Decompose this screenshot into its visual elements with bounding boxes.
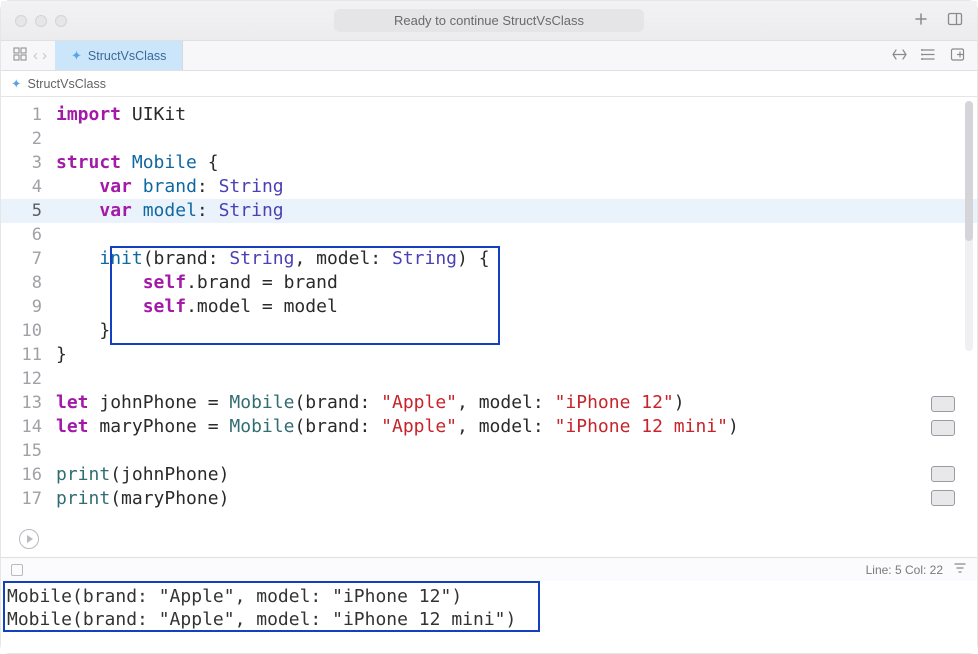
tab-structvsclass[interactable]: ✦ StructVsClass — [55, 41, 183, 70]
sidebar-toggle-button[interactable] — [947, 11, 963, 30]
adjust-editor-icon[interactable] — [892, 47, 907, 65]
nav-forward-button[interactable]: › — [40, 47, 49, 64]
result-marker-icon[interactable] — [931, 420, 955, 436]
run-status-pill[interactable]: Ready to continue StructVsClass — [334, 9, 644, 32]
result-marker-icon[interactable] — [931, 396, 955, 412]
zoom-icon[interactable] — [55, 15, 67, 27]
swift-icon: ✦ — [71, 48, 82, 64]
console-line: Mobile(brand: "Apple", model: "iPhone 12… — [7, 585, 971, 608]
editor-options-icon[interactable] — [921, 47, 936, 65]
swift-icon: ✦ — [11, 76, 21, 91]
related-items-icon[interactable] — [13, 47, 27, 64]
result-marker-icon[interactable] — [931, 490, 955, 506]
add-editor-icon[interactable] — [950, 47, 965, 65]
new-tab-button[interactable] — [913, 11, 929, 30]
run-button[interactable] — [19, 529, 39, 549]
minimize-icon[interactable] — [35, 15, 47, 27]
console-line: Mobile(brand: "Apple", model: "iPhone 12… — [7, 608, 971, 631]
console-output[interactable]: Mobile(brand: "Apple", model: "iPhone 12… — [1, 581, 977, 653]
nav-back-button[interactable]: ‹ — [31, 47, 40, 64]
breadcrumb[interactable]: ✦ StructVsClass — [1, 71, 977, 97]
debug-toggle-icon[interactable] — [11, 564, 23, 576]
tab-label: StructVsClass — [88, 49, 167, 63]
crumb-label: StructVsClass — [27, 77, 106, 91]
result-marker-icon[interactable] — [931, 466, 955, 482]
code-editor[interactable]: 1import UIKit 2 3struct Mobile { 4 var b… — [1, 97, 977, 557]
traffic-lights — [15, 15, 67, 27]
tab-bar: ‹ › ✦ StructVsClass — [1, 41, 977, 71]
close-icon[interactable] — [15, 15, 27, 27]
window-titlebar: Ready to continue StructVsClass — [1, 1, 977, 41]
vertical-scrollbar[interactable] — [965, 101, 973, 351]
cursor-position: Line: 5 Col: 22 — [866, 563, 943, 577]
filter-icon[interactable] — [953, 561, 967, 578]
status-bar: Line: 5 Col: 22 — [1, 557, 977, 581]
